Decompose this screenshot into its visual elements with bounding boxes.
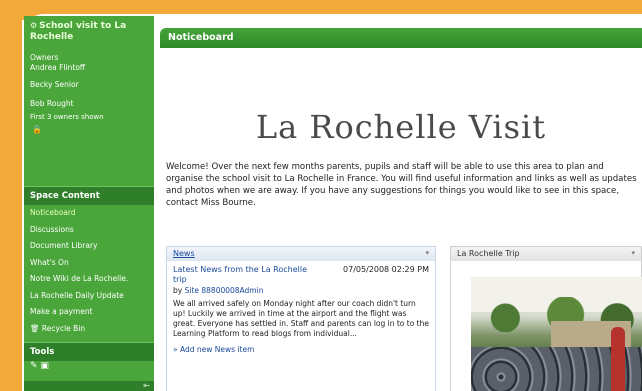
welcome-text: Welcome! Over the next few months parent… [166, 162, 637, 208]
sidebar-item-document-library[interactable]: Document Library [24, 238, 154, 255]
owners-shown-note: First 3 owners shown [30, 113, 104, 121]
orange-frame-left [0, 0, 22, 391]
recycle-bin-icon: 🗑 [30, 323, 40, 333]
sidebar-bottom-bar: ⇤ [24, 381, 154, 391]
sidebar-item-daily-update[interactable]: La Rochelle Daily Update [24, 288, 154, 305]
news-item-title[interactable]: Latest News from the La Rochelle trip [173, 265, 313, 285]
sidebar-item-wiki[interactable]: Notre Wiki de La Rochelle. [24, 271, 154, 288]
trip-panel-header[interactable]: La Rochelle Trip ▾ [451, 247, 641, 261]
news-panel-header[interactable]: News ▾ [167, 247, 435, 261]
lock-icon[interactable]: 🔒 [24, 121, 154, 138]
news-item-header: Latest News from the La Rochelle trip 07… [167, 261, 435, 285]
chevron-down-icon[interactable]: ▾ [425, 249, 429, 257]
edit-icon[interactable]: ✎ [30, 361, 38, 371]
owner-item[interactable]: Bob Rought [30, 99, 148, 109]
tools-icons: ✎ ▣ [30, 361, 49, 371]
add-news-item-link[interactable]: » Add new News item [167, 339, 435, 360]
trip-panel: La Rochelle Trip ▾ [450, 246, 642, 391]
owners-heading: Owners [30, 53, 59, 62]
trip-photo[interactable] [471, 277, 642, 391]
news-panel: News ▾ Latest News from the La Rochelle … [166, 246, 436, 391]
sidebar-item-whats-on[interactable]: What's On [24, 255, 154, 272]
news-item-body: We all arrived safely on Monday night af… [173, 299, 429, 338]
tools-heading: Tools [24, 342, 154, 361]
owners-section: Owners Andrea Flintoff Becky Senior Bob … [24, 43, 154, 109]
space-title-text: School visit to La Rochelle [30, 21, 127, 42]
trip-panel-title: La Rochelle Trip [457, 249, 520, 258]
collapse-icon[interactable]: ⇤ [143, 381, 150, 390]
news-author-link[interactable]: Site 88800008Admin [185, 286, 264, 295]
owner-item[interactable]: Andrea Flintoff [30, 63, 148, 73]
news-item-date: 07/05/2008 02:29 PM [343, 265, 429, 274]
add-news-label: Add new News item [179, 345, 255, 354]
gear-icon[interactable]: ⚙ [30, 21, 37, 30]
sidebar-item-recycle-bin[interactable]: 🗑 Recycle Bin [24, 321, 154, 338]
photo-person [611, 327, 625, 391]
sidebar-item-discussions[interactable]: Discussions [24, 222, 154, 239]
space-content-links: Noticeboard Discussions Document Library… [24, 205, 154, 337]
space-title[interactable]: ⚙ School visit to La Rochelle [24, 16, 154, 43]
sidebar-item-noticeboard[interactable]: Noticeboard [24, 205, 154, 222]
bullet-icon: » [173, 345, 178, 354]
news-panel-title[interactable]: News [173, 249, 195, 258]
settings-icon[interactable]: ▣ [40, 361, 49, 371]
noticeboard-body: La Rochelle Visit Welcome! Over the next… [160, 48, 642, 391]
main-content: Noticeboard La Rochelle Visit Welcome! O… [160, 28, 642, 391]
space-content-heading: Space Content [24, 186, 154, 205]
owner-item[interactable]: Becky Senior [30, 80, 148, 90]
sidebar: ⚙ School visit to La Rochelle Owners Andr… [24, 16, 154, 391]
recycle-bin-label: Recycle Bin [41, 323, 86, 333]
chevron-down-icon[interactable]: ▾ [631, 249, 635, 257]
by-label: by [173, 286, 183, 295]
noticeboard-header: Noticeboard [160, 28, 642, 48]
sidebar-item-make-payment[interactable]: Make a payment [24, 304, 154, 321]
news-item-byline: by Site 88800008Admin [167, 285, 435, 296]
page-title: La Rochelle Visit [255, 108, 547, 146]
